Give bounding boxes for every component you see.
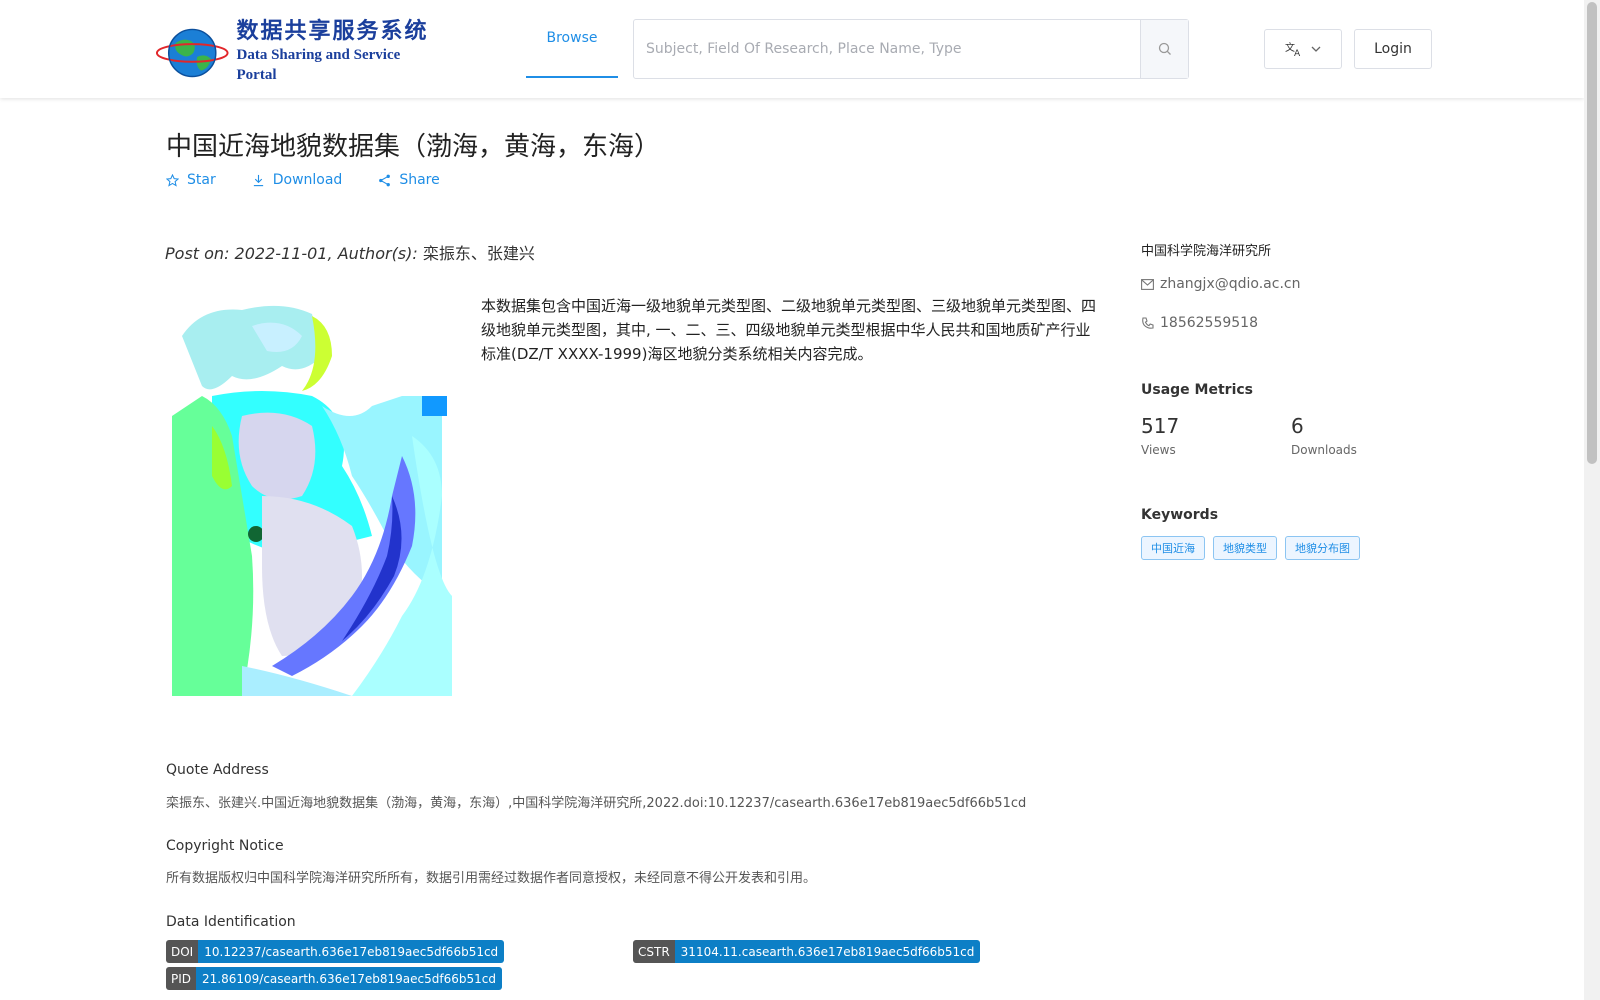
share-label: Share [399, 172, 440, 188]
keyword-tag[interactable]: 中国近海 [1141, 536, 1205, 560]
language-switcher[interactable]: 文 A [1264, 29, 1342, 69]
logo-english-text: Data Sharing and Service Portal [236, 47, 401, 83]
keyword-tag[interactable]: 地貌类型 [1213, 536, 1277, 560]
doi-badge[interactable]: DOI 10.12237/casearth.636e17eb819aec5df6… [166, 940, 505, 963]
contact-email-text: zhangjx@qdio.ac.cn [1160, 276, 1301, 292]
translate-icon: 文 A [1285, 41, 1301, 57]
dataset-description: 本数据集包含中国近海一级地貌单元类型图、二级地貌单元类型图、三级地貌单元类型图、… [481, 297, 1097, 363]
post-date-prefix: Post on: 2022-11-01, Author(s): [165, 244, 423, 263]
search-input[interactable] [634, 20, 1140, 78]
organization-name: 中国科学院海洋研究所 [1141, 244, 1272, 259]
share-icon [379, 174, 391, 186]
downloads-label: Downloads [1291, 443, 1357, 457]
cstr-key: CSTR [633, 940, 675, 963]
chevron-down-icon [1311, 46, 1321, 52]
contact-phone-text: 18562559518 [1160, 315, 1258, 331]
data-identification-label: Data Identification [166, 914, 296, 930]
star-icon [166, 173, 179, 187]
logo-chinese-text: 数据共享服务系统 [236, 18, 429, 44]
post-info: Post on: 2022-11-01, Author(s): 栾振东、张建兴 [165, 240, 535, 264]
search-button[interactable] [1140, 20, 1188, 78]
contact-phone[interactable]: 18562559518 [1141, 315, 1258, 331]
login-button[interactable]: Login [1354, 29, 1432, 69]
geomorphology-map-thumbnail [172, 296, 452, 706]
dataset-actions: Star Download Share [166, 172, 440, 188]
keywords-title: Keywords [1141, 507, 1219, 523]
cstr-badge[interactable]: CSTR 31104.11.casearth.636e17eb819aec5df… [633, 940, 981, 963]
star-label: Star [187, 172, 216, 188]
usage-metrics-title: Usage Metrics [1141, 382, 1253, 398]
contact-email[interactable]: zhangjx@qdio.ac.cn [1141, 276, 1300, 292]
pid-badge[interactable]: PID 21.86109/casearth.636e17eb819aec5df6… [166, 967, 502, 990]
quote-address-label: Quote Address [166, 762, 269, 778]
copyright-notice-text: 所有数据版权归中国科学院海洋研究所所有，数据引用需经过数据作者同意授权，未经同意… [166, 871, 817, 886]
doi-value: 10.12237/casearth.636e17eb819aec5df66b51… [198, 940, 505, 963]
pid-value: 21.86109/casearth.636e17eb819aec5df66b51… [196, 967, 502, 990]
download-icon [253, 174, 263, 186]
keyword-tag[interactable]: 地貌分布图 [1285, 536, 1360, 560]
search-box [633, 19, 1189, 79]
phone-icon [1142, 316, 1154, 329]
share-button[interactable]: Share [378, 172, 440, 188]
views-count: 517 [1141, 414, 1180, 438]
nav-browse[interactable]: Browse [526, 0, 618, 78]
star-button[interactable]: Star [166, 172, 216, 188]
doi-key: DOI [166, 940, 199, 963]
page-scrollbar[interactable] [1584, 0, 1600, 1000]
scrollbar-thumb[interactable] [1587, 2, 1597, 464]
search-icon [1158, 42, 1171, 55]
keyword-tags: 中国近海 地貌类型 地貌分布图 [1141, 536, 1360, 560]
download-button[interactable]: Download [252, 172, 343, 188]
mail-icon [1141, 278, 1154, 290]
pid-key: PID [166, 967, 197, 990]
views-label: Views [1141, 443, 1176, 457]
dataset-title: 中国近海地貌数据集（渤海，黄海，东海） [166, 132, 661, 162]
downloads-count: 6 [1291, 414, 1304, 438]
authors: 栾振东、张建兴 [422, 244, 535, 263]
top-header: 数据共享服务系统 Data Sharing and Service Portal… [0, 0, 1584, 98]
site-logo[interactable]: 数据共享服务系统 Data Sharing and Service Portal [154, 18, 440, 83]
globe-logo-icon [155, 28, 229, 78]
cstr-value: 31104.11.casearth.636e17eb819aec5df66b51… [674, 940, 981, 963]
svg-text:A: A [1294, 49, 1301, 57]
quote-address-text: 栾振东、张建兴.中国近海地貌数据集（渤海，黄海，东海）,中国科学院海洋研究所,2… [166, 796, 1027, 811]
download-label: Download [272, 172, 343, 188]
copyright-notice-label: Copyright Notice [166, 838, 284, 854]
